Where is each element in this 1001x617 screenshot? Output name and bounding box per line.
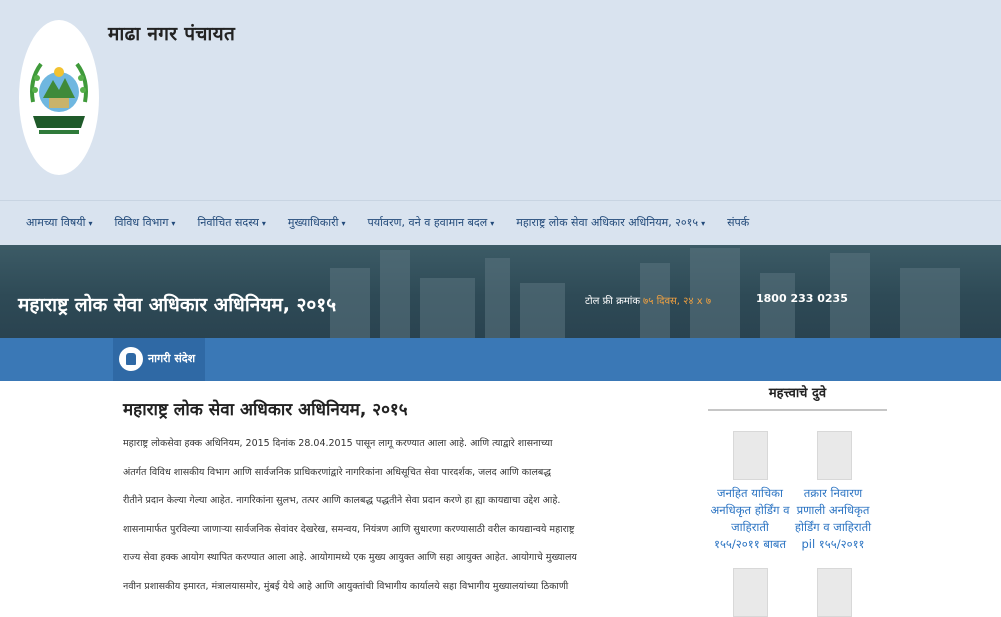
tollfree-label-text: टोल फ्री क्रमांक — [585, 296, 640, 307]
article-line: अंतर्गत विविध शासकीय विभाग आणि सार्वजनिक… — [123, 466, 551, 478]
nav-item[interactable]: संपर्क — [727, 215, 749, 230]
banner-title: महाराष्ट्र लोक सेवा अधिकार अधिनियम, २०१५ — [18, 294, 337, 316]
document-thumbnail[interactable] — [733, 431, 768, 480]
document-link-grievance-system[interactable]: तक्रार निवारण प्रणाली अनधिकृत होर्डिंग व… — [790, 485, 876, 553]
nav-item[interactable]: निर्वाचित सदस्य ▾ — [197, 215, 265, 230]
nav-item-label: निर्वाचित सदस्य — [197, 216, 259, 229]
article-line: राज्य सेवा हक्क आयोग स्थापित करण्यात आला… — [123, 552, 577, 563]
document-link-pil-hoarding[interactable]: जनहित याचिका अनधिकृत होर्डिंग व जाहिराती… — [707, 485, 793, 553]
main-navigation: आमच्या विषयी ▾ विविध विभाग ▾ निर्वाचित सदस्य… — [0, 200, 1001, 246]
article-line: रीतीने प्रदान केल्या गेल्या आहेत. नागरिक… — [123, 495, 561, 506]
chevron-down-icon: ▾ — [701, 219, 706, 228]
chevron-down-icon: ▾ — [490, 219, 495, 228]
megaphone-icon — [119, 347, 143, 371]
site-title: माढा नगर पंचायत — [108, 23, 236, 45]
nav-item-label: संपर्क — [727, 216, 750, 229]
nav-item-label: मुख्याधिकारी — [287, 216, 339, 229]
notice-bar: नागरी संदेश — [0, 338, 1001, 381]
document-thumbnail[interactable] — [817, 431, 852, 480]
nav-item-label: पर्यावरण, वने व हवामान बदल — [367, 216, 488, 229]
document-thumbnail[interactable] — [733, 568, 768, 617]
site-header: माढा नगर पंचायत आमच्या विषयी ▾ विविध विभाग… — [0, 0, 1001, 245]
article-heading: महाराष्ट्र लोक सेवा अधिकार अधिनियम, २०१५ — [123, 400, 408, 420]
logo-emblem-icon — [30, 62, 88, 134]
tollfree-label: टोल फ्री क्रमांक ७५ दिवस, २४ x ७ — [585, 293, 711, 307]
document-thumbnail[interactable] — [817, 568, 852, 617]
important-documents-title: महत्त्वाचे दुवे — [768, 386, 827, 401]
nav-item[interactable]: आमच्या विषयी ▾ — [26, 215, 92, 230]
municipal-logo[interactable] — [19, 20, 99, 175]
chevron-down-icon: ▾ — [341, 219, 346, 228]
page-banner: महाराष्ट्र लोक सेवा अधिकार अधिनियम, २०१५… — [0, 245, 1001, 338]
nav-item-label: महाराष्ट्र लोक सेवा अधिकार अधिनियम, २०१५ — [516, 216, 699, 229]
civic-news-label: नागरी संदेश — [148, 352, 196, 365]
article-line: नवीन प्रशासकीय इमारत, मंत्रालयासमोर, मुं… — [123, 580, 569, 592]
article-line: महाराष्ट्र लोकसेवा हक्क अधिनियम, 2015 दि… — [123, 438, 553, 449]
tollfree-days: ७५ दिवस, २४ x ७ — [643, 296, 712, 307]
chevron-down-icon: ▾ — [88, 219, 93, 228]
civic-news-tab[interactable]: नागरी संदेश — [113, 338, 205, 381]
article-body: महाराष्ट्र लोकसेवा हक्क अधिनियम, 2015 दि… — [123, 430, 613, 601]
nav-item[interactable]: विविध विभाग ▾ — [114, 215, 175, 230]
nav-item[interactable]: मुख्याधिकारी ▾ — [288, 215, 346, 230]
tollfree-number: 1800 233 0235 — [756, 292, 848, 305]
article-line: शासनामार्फत पुरविल्या जाणाऱ्या सार्वजनिक… — [123, 523, 575, 535]
nav-item-label: विविध विभाग — [114, 216, 169, 229]
chevron-down-icon: ▾ — [171, 219, 176, 228]
nav-item[interactable]: पर्यावरण, वने व हवामान बदल ▾ — [367, 215, 494, 230]
chevron-down-icon: ▾ — [261, 219, 266, 228]
nav-item-label: आमच्या विषयी — [26, 216, 86, 229]
nav-item[interactable]: महाराष्ट्र लोक सेवा अधिकार अधिनियम, २०१५… — [516, 215, 705, 230]
sidebar-divider — [708, 409, 887, 411]
